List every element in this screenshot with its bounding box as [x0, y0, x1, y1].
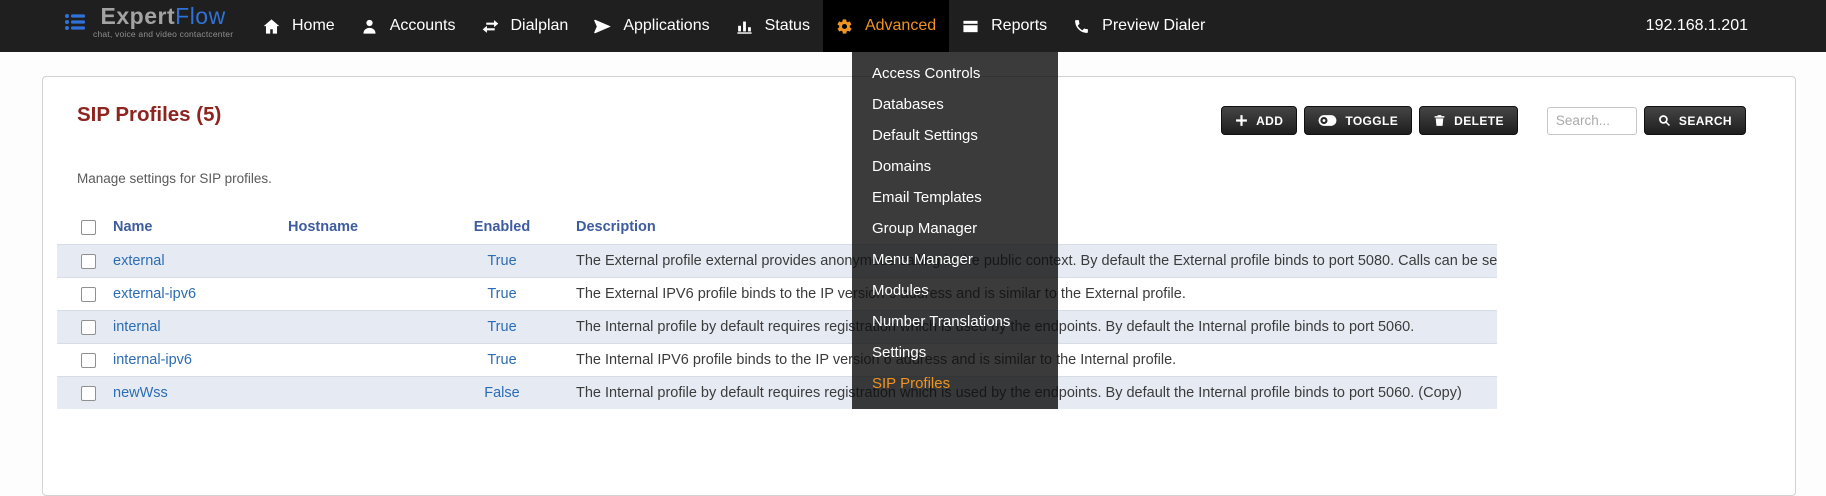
hostname-cell	[282, 245, 454, 278]
enabled-value[interactable]: False	[484, 385, 519, 401]
add-button[interactable]: ADD	[1221, 106, 1297, 135]
plus-icon	[1235, 114, 1248, 127]
brand-name: ExpertFlow	[101, 4, 226, 28]
user-icon	[361, 18, 378, 35]
table-row: external True The External profile exter…	[57, 245, 1497, 278]
profile-name-link[interactable]: internal-ipv6	[113, 352, 192, 368]
toolbar: ADD TOGGLE DELETE SEARCH	[1221, 106, 1746, 135]
table-header-row: Name Hostname Enabled Description	[57, 211, 1497, 245]
column-header-hostname[interactable]: Hostname	[282, 211, 454, 245]
menu-item-default-settings[interactable]: Default Settings	[852, 120, 1058, 151]
menu-item-sip-profiles[interactable]: SIP Profiles	[852, 368, 1058, 399]
menu-item-email-templates[interactable]: Email Templates	[852, 182, 1058, 213]
enabled-value[interactable]: True	[487, 253, 516, 269]
book-icon	[962, 18, 979, 35]
menu-item-group-manager[interactable]: Group Manager	[852, 213, 1058, 244]
menu-item-number-translations[interactable]: Number Translations	[852, 306, 1058, 337]
home-icon	[263, 18, 280, 35]
enabled-value[interactable]: True	[487, 352, 516, 368]
nav-item-status[interactable]: Status	[723, 0, 823, 52]
nav-item-applications[interactable]: Applications	[581, 0, 722, 52]
row-checkbox[interactable]	[81, 320, 96, 335]
menu-item-settings[interactable]: Settings	[852, 337, 1058, 368]
menu-item-databases[interactable]: Databases	[852, 89, 1058, 120]
advanced-dropdown-menu: Access Controls Databases Default Settin…	[852, 52, 1058, 409]
hostname-cell	[282, 311, 454, 344]
search-input[interactable]	[1547, 107, 1637, 135]
server-ip: 192.168.1.201	[1646, 0, 1748, 52]
hostname-cell	[282, 377, 454, 410]
bar-chart-icon	[736, 18, 753, 35]
brand-logo[interactable]: ExpertFlow chat, voice and video contact…	[64, 4, 233, 39]
search-button[interactable]: SEARCH	[1644, 106, 1746, 135]
top-navbar: ExpertFlow chat, voice and video contact…	[0, 0, 1826, 52]
main-nav: Home Accounts Dialplan Applications Stat…	[250, 0, 1218, 52]
nav-item-accounts[interactable]: Accounts	[348, 0, 469, 52]
brand-tagline: chat, voice and video contactcenter	[93, 29, 233, 39]
page-subtitle: Manage settings for SIP profiles.	[77, 171, 272, 186]
column-header-enabled[interactable]: Enabled	[454, 211, 550, 245]
menu-item-domains[interactable]: Domains	[852, 151, 1058, 182]
profile-name-link[interactable]: external	[113, 253, 165, 269]
magnifier-icon	[1658, 114, 1671, 127]
table-row: internal True The Internal profile by de…	[57, 311, 1497, 344]
row-checkbox[interactable]	[81, 287, 96, 302]
delete-button[interactable]: DELETE	[1419, 106, 1518, 135]
enabled-value[interactable]: True	[487, 286, 516, 302]
trash-icon	[1433, 114, 1446, 127]
table-row: internal-ipv6 True The Internal IPV6 pro…	[57, 344, 1497, 377]
select-all-checkbox[interactable]	[81, 220, 96, 235]
table-row: external-ipv6 True The External IPV6 pro…	[57, 278, 1497, 311]
nav-item-preview-dialer[interactable]: Preview Dialer	[1060, 0, 1218, 52]
select-all-cell	[57, 211, 107, 245]
toggle-icon	[1318, 114, 1337, 127]
row-checkbox[interactable]	[81, 386, 96, 401]
profile-name-link[interactable]: internal	[113, 319, 161, 335]
gear-icon	[836, 18, 853, 35]
nav-item-home[interactable]: Home	[250, 0, 348, 52]
menu-item-modules[interactable]: Modules	[852, 275, 1058, 306]
phone-icon	[1073, 18, 1090, 35]
logo-list-icon	[64, 11, 86, 33]
profile-name-link[interactable]: external-ipv6	[113, 286, 196, 302]
nav-item-advanced[interactable]: Advanced	[823, 0, 949, 52]
row-checkbox[interactable]	[81, 254, 96, 269]
transfer-arrows-icon	[482, 18, 499, 35]
page-title: SIP Profiles (5)	[77, 103, 221, 127]
menu-item-menu-manager[interactable]: Menu Manager	[852, 244, 1058, 275]
nav-item-dialplan[interactable]: Dialplan	[469, 0, 582, 52]
hostname-cell	[282, 344, 454, 377]
toggle-button[interactable]: TOGGLE	[1304, 106, 1412, 135]
menu-item-access-controls[interactable]: Access Controls	[852, 58, 1058, 89]
enabled-value[interactable]: True	[487, 319, 516, 335]
sip-profiles-table: Name Hostname Enabled Description extern…	[57, 211, 1497, 409]
column-header-name[interactable]: Name	[107, 211, 282, 245]
paper-plane-icon	[594, 18, 611, 35]
nav-item-reports[interactable]: Reports	[949, 0, 1060, 52]
row-checkbox[interactable]	[81, 353, 96, 368]
profile-name-link[interactable]: newWss	[113, 385, 168, 401]
table-row: newWss False The Internal profile by def…	[57, 377, 1497, 410]
hostname-cell	[282, 278, 454, 311]
